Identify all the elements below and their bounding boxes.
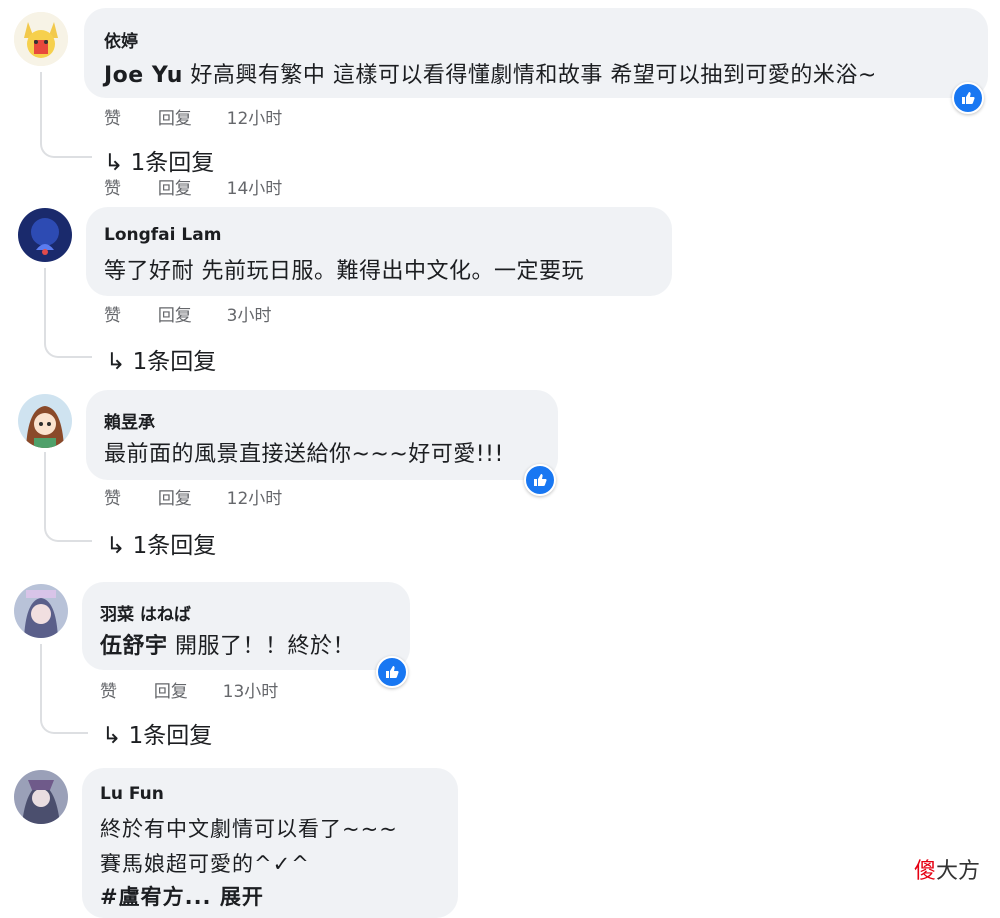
replies-count: 1条回复 [128, 723, 213, 749]
comment-text: Joe Yu 好高興有繁中 這樣可以看得懂劇情和故事 希望可以抽到可愛的米浴~ [104, 57, 877, 89]
comment-actions: 赞 回复 13小时 [100, 677, 278, 702]
comment-timestamp[interactable]: 14小时 [227, 174, 283, 199]
avatar[interactable] [14, 584, 68, 638]
comment-body: 開服了！！終於！ [175, 634, 356, 659]
comment-actions: 赞 回复 12小时 [104, 104, 282, 129]
comment-author[interactable]: 依婷 [104, 27, 138, 52]
like-button[interactable]: 赞 [104, 104, 121, 129]
thread-line [44, 268, 92, 358]
like-button[interactable]: 赞 [104, 484, 121, 509]
view-replies-link[interactable]: ↳ 1条回复 [104, 143, 214, 177]
comment-author[interactable]: 賴昱承 [104, 408, 155, 433]
like-button[interactable]: 赞 [104, 301, 121, 326]
comment-text-line: 賽馬娘超可愛的^✓^ [100, 852, 310, 876]
thread-line [40, 72, 92, 158]
comment-timestamp[interactable]: 3小时 [227, 301, 272, 326]
like-reaction-icon[interactable] [524, 464, 556, 496]
like-reaction-icon[interactable] [376, 656, 408, 688]
comment-text: 最前面的風景直接送給你~~~好可愛!!! [104, 442, 504, 467]
watermark-logo: 傻大方 [913, 859, 980, 884]
reply-button[interactable]: 回复 [158, 301, 192, 326]
thread-line [44, 452, 92, 542]
comment-author[interactable]: 羽菜 はねば [100, 600, 191, 625]
like-reaction-icon[interactable] [952, 82, 984, 114]
comment-timestamp[interactable]: 13小时 [223, 677, 279, 702]
reply-arrow-icon: ↳ [104, 150, 124, 176]
reply-button[interactable]: 回复 [158, 174, 192, 199]
reply-button[interactable]: 回复 [158, 104, 192, 129]
view-replies-link[interactable]: ↳ 1条回复 [106, 342, 216, 376]
reply-arrow-icon: ↳ [106, 349, 126, 375]
comment-text: 伍舒宇 開服了！！終於！ [100, 628, 355, 660]
reply-arrow-icon: ↳ [102, 723, 122, 749]
comment-body: 好高興有繁中 這樣可以看得懂劇情和故事 希望可以抽到可愛的米浴~ [190, 63, 877, 88]
comment-timestamp[interactable]: 12小时 [227, 104, 283, 129]
avatar[interactable] [14, 12, 68, 66]
thread-line [40, 644, 88, 734]
like-button[interactable]: 赞 [100, 677, 117, 702]
comment-actions: 赞 回复 3小时 [104, 301, 271, 326]
view-replies-link[interactable]: ↳ 1条回复 [102, 716, 212, 750]
reply-button[interactable]: 回复 [158, 484, 192, 509]
comment-author[interactable]: Longfai Lam [104, 225, 221, 245]
like-button[interactable]: 赞 [104, 174, 121, 199]
comment-author[interactable]: Lu Fun [100, 784, 164, 804]
replies-count: 1条回复 [132, 533, 217, 559]
avatar[interactable] [18, 394, 72, 448]
replies-count: 1条回复 [132, 349, 217, 375]
reply-arrow-icon: ↳ [106, 533, 126, 559]
reply-button[interactable]: 回复 [154, 677, 188, 702]
view-replies-link[interactable]: ↳ 1条回复 [106, 526, 216, 560]
mention-link[interactable]: Joe Yu [104, 63, 183, 88]
mention-link[interactable]: 伍舒宇 [100, 634, 168, 659]
avatar[interactable] [14, 770, 68, 824]
comment-timestamp[interactable]: 12小时 [227, 484, 283, 509]
comment-text: 等了好耐 先前玩日服。難得出中文化。一定要玩 [104, 259, 584, 284]
comment-text-line: 終於有中文劇情可以看了~~~ [100, 817, 398, 841]
comment-actions: 赞 回复 12小时 [104, 484, 282, 509]
avatar[interactable] [18, 208, 72, 262]
sub-comment-actions: 赞 回复 14小时 [104, 174, 282, 199]
replies-count: 1条回复 [130, 150, 215, 176]
